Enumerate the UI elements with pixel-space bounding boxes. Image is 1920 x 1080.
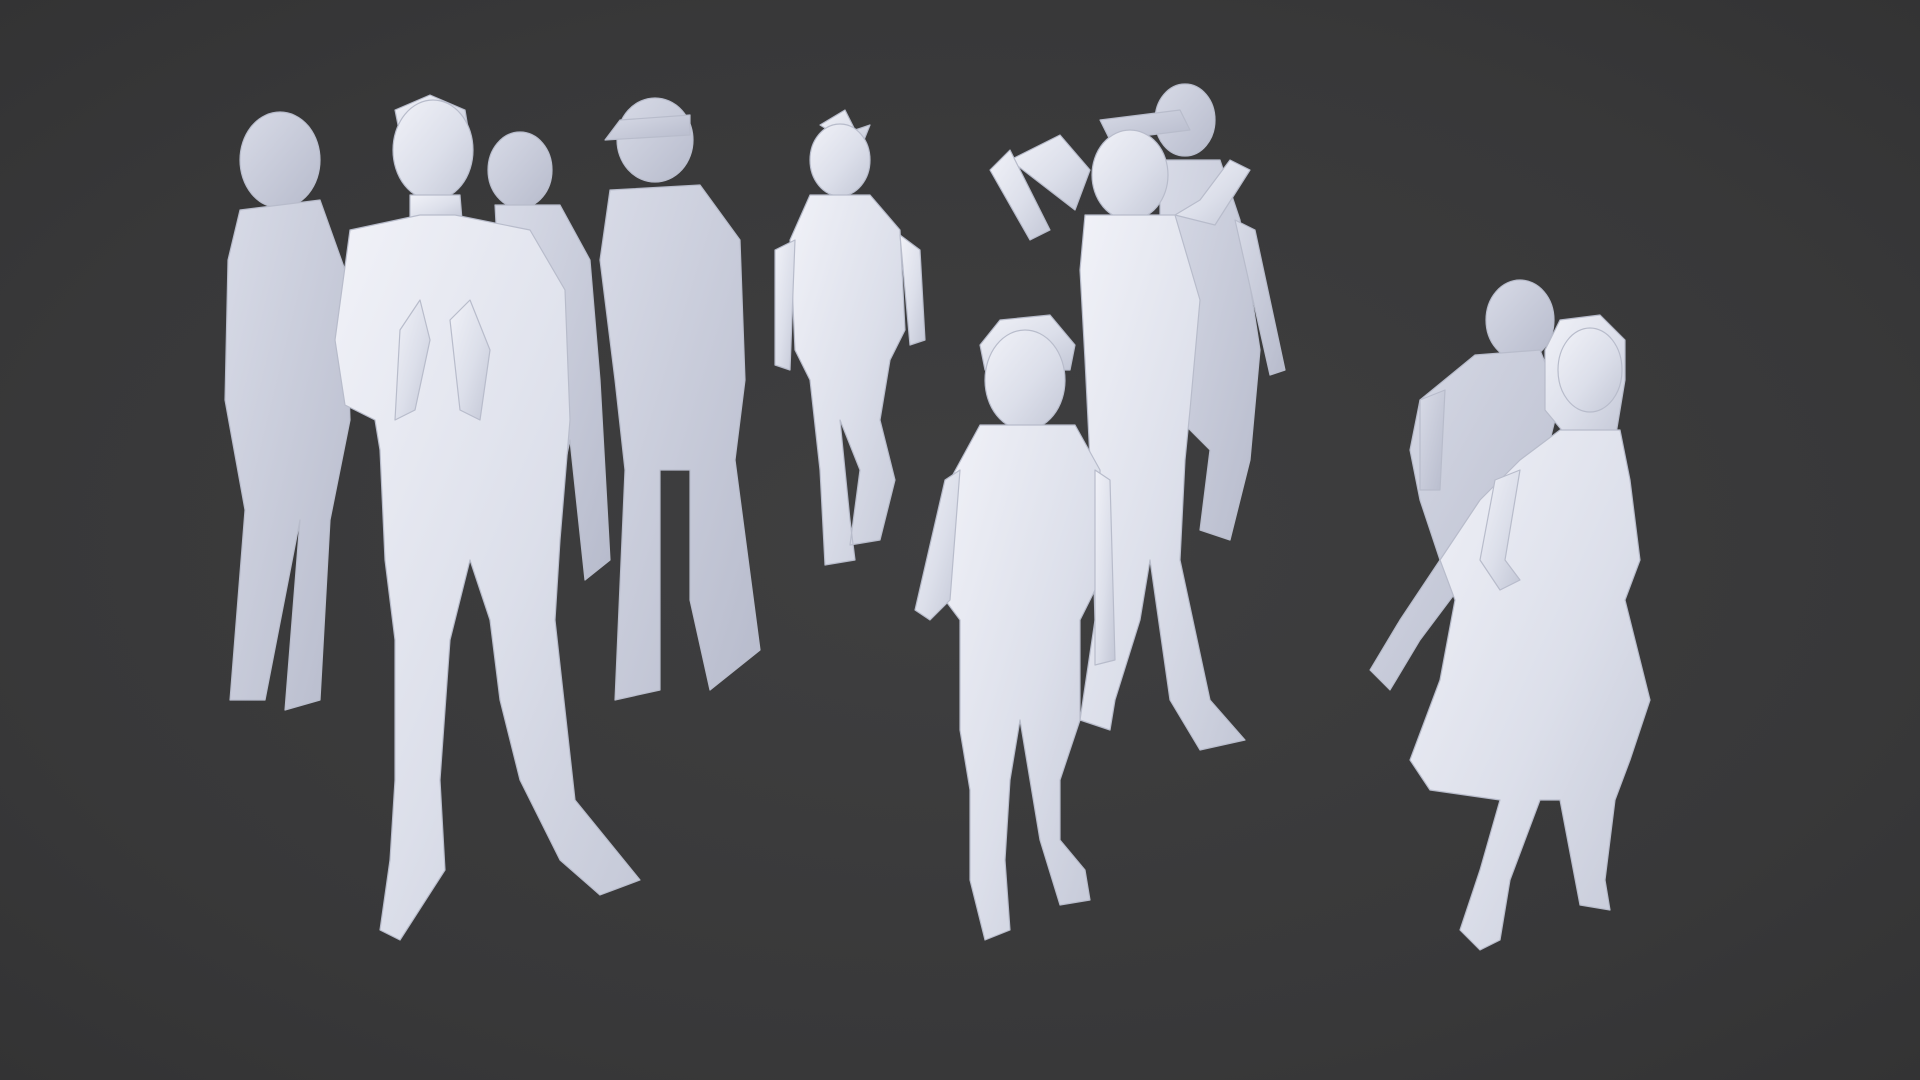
- 3d-viewport[interactable]: [0, 0, 1920, 1080]
- figure-boy-center: [914, 314, 1116, 941]
- figure-man-cap-back: [599, 97, 761, 701]
- figure-man-left-side: [224, 111, 351, 711]
- low-poly-people-scene: [224, 83, 1651, 951]
- figure-man-walking: [774, 109, 926, 566]
